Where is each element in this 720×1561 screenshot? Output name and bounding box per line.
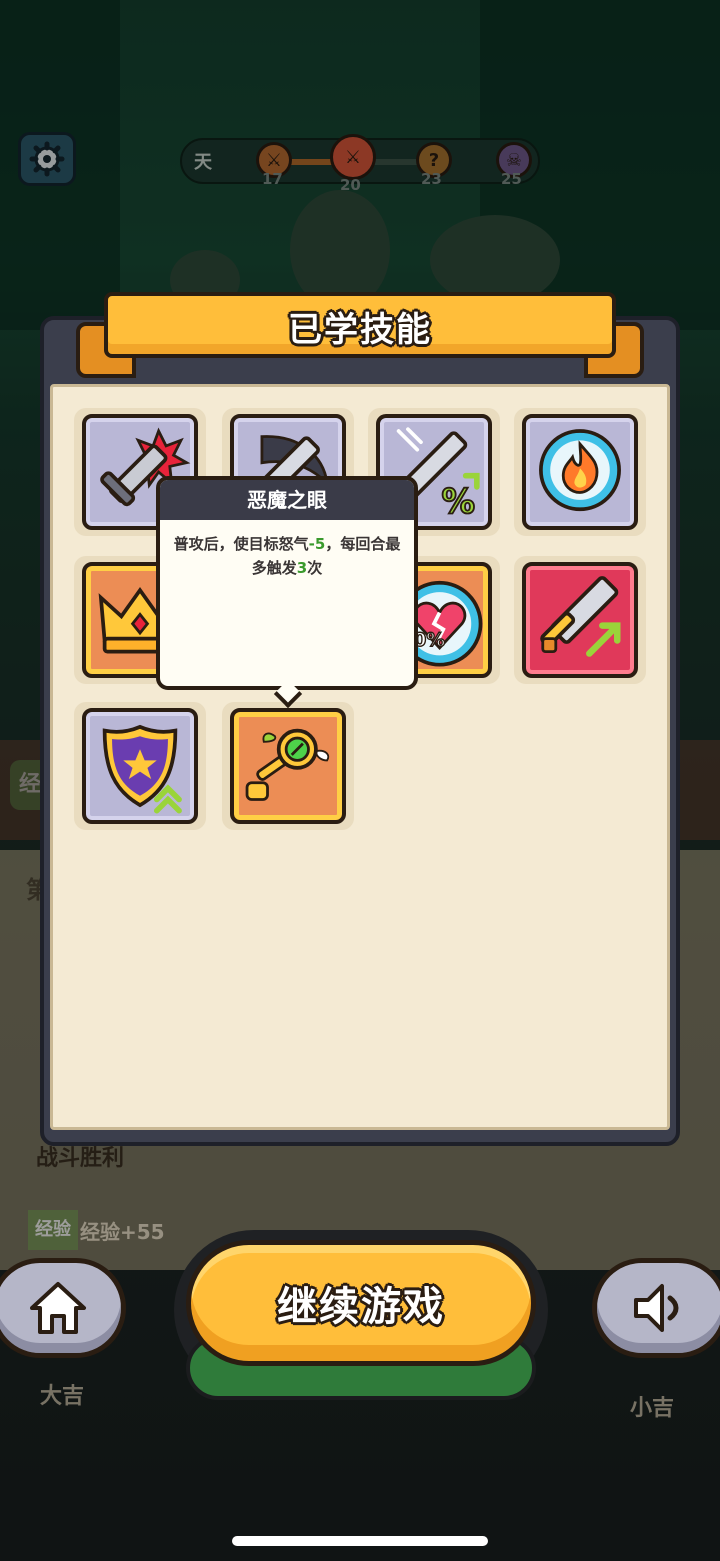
continue-game-button[interactable]: 继续游戏: [186, 1240, 536, 1366]
skill-slot[interactable]: [74, 702, 206, 830]
desc-value: -5: [308, 535, 326, 553]
home-icon: [30, 1282, 86, 1334]
skill-slot[interactable]: [514, 408, 646, 536]
home-button[interactable]: [0, 1258, 126, 1358]
skill-tile[interactable]: [522, 414, 638, 530]
modal-title: 已学技能: [288, 310, 432, 350]
desc-text: 普攻后，使目标怒气: [173, 535, 309, 553]
tooltip-title: 恶魔之眼: [160, 480, 414, 520]
skill-tooltip: 恶魔之眼 普攻后，使目标怒气-5，每回合最多触发3次: [156, 476, 418, 690]
continue-game-label: 继续游戏: [277, 1284, 445, 1330]
skill-tile[interactable]: [230, 708, 346, 824]
fire-orb-icon: [539, 429, 621, 512]
desc-text: 次: [307, 559, 323, 577]
skill-slot[interactable]: [514, 556, 646, 684]
svg-text:%: %: [441, 482, 475, 521]
tooltip-description: 普攻后，使目标怒气-5，每回合最多触发3次: [168, 532, 406, 580]
home-indicator[interactable]: [232, 1536, 488, 1546]
shield-upgrade-icon: [102, 724, 182, 814]
skill-tile[interactable]: [82, 708, 198, 824]
skill-tile[interactable]: [522, 562, 638, 678]
demon-eye-key-icon: [245, 728, 330, 801]
sound-button[interactable]: [592, 1258, 720, 1358]
speaker-icon: [634, 1284, 679, 1332]
desc-value: 3: [296, 559, 308, 577]
sword-attack-up-icon: [540, 576, 621, 657]
skill-slot[interactable]: [222, 702, 354, 830]
